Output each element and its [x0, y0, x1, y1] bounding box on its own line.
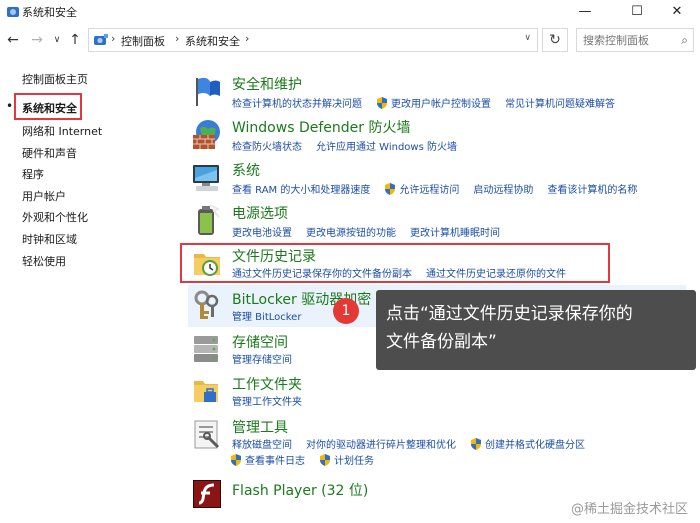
sidebar-item-hardware[interactable]: 硬件和声音: [22, 145, 77, 161]
title-bar: 系统和安全 — ☐ ✕: [0, 0, 700, 24]
bitlocker-keys-icon: [194, 290, 219, 319]
link-check-status[interactable]: 检查计算机的状态并解决问题: [232, 95, 362, 110]
sidebar-item-clock-region[interactable]: 时钟和区域: [22, 231, 77, 247]
uac-shield-icon: [231, 453, 241, 466]
forward-button[interactable]: →: [28, 30, 46, 50]
link-allow-app-firewall[interactable]: 允许应用通过 Windows 防火墙: [316, 138, 457, 153]
control-panel-location-icon: [94, 34, 108, 45]
link-manage-work-folders[interactable]: 管理工作文件夹: [232, 393, 302, 408]
security-flag-icon: [196, 78, 220, 106]
sidebar-item-appearance[interactable]: 外观和个性化: [22, 209, 88, 225]
refresh-button[interactable]: ↻: [542, 28, 568, 52]
link-battery-settings[interactable]: 更改电池设置: [232, 224, 292, 239]
uac-shield-icon: [471, 437, 481, 450]
category-title[interactable]: Flash Player (32 位): [232, 480, 368, 500]
work-folders-icon: [194, 381, 218, 402]
link-task-scheduler[interactable]: 计划任务: [334, 452, 374, 467]
link-sleep-time[interactable]: 更改计算机睡眠时间: [410, 224, 500, 239]
callout-line-1: 点击“通过文件历史记录保存你的: [386, 304, 633, 324]
category-system: 系统 查看 RAM 的大小和处理器速度 允许远程访问 启动远程协助 查看该计算机…: [190, 160, 690, 196]
sidebar-item-home[interactable]: 控制面板主页: [22, 71, 88, 87]
category-title[interactable]: 安全和维护: [232, 74, 302, 94]
step-number-badge: 1: [333, 298, 359, 324]
category-title[interactable]: 系统: [232, 160, 260, 180]
link-troubleshoot[interactable]: 常见计算机问题疑难解答: [505, 95, 615, 110]
category-firewall: Windows Defender 防火墙 检查防火墙状态 允许应用通过 Wind…: [190, 117, 690, 153]
category-admin-tools: 管理工具 释放磁盘空间 对你的驱动器进行碎片整理和优化 创建并格式化硬盘分区 查…: [190, 417, 690, 469]
address-row: ← → ∨ ↑ › 控制面板 › 系统和安全 › ∨ ↻ ⌕: [0, 24, 700, 56]
instruction-callout: 点击“通过文件历史记录保存你的 文件备份副本”: [376, 290, 696, 370]
breadcrumb-control-panel[interactable]: 控制面板: [121, 33, 165, 49]
link-manage-bitlocker[interactable]: 管理 BitLocker: [232, 308, 301, 323]
search-icon[interactable]: ⌕: [681, 33, 688, 48]
storage-spaces-icon: [194, 336, 218, 362]
search-box[interactable]: ⌕: [576, 28, 694, 52]
admin-tools-icon: [194, 420, 220, 449]
breadcrumb-system-security[interactable]: 系统和安全: [185, 33, 240, 49]
minimize-button[interactable]: —: [562, 0, 608, 22]
category-work-folders: 工作文件夹 管理工作文件夹: [190, 374, 690, 410]
breadcrumb-separator: ›: [111, 32, 116, 45]
flash-player-icon: [193, 480, 221, 508]
sidebar-item-programs[interactable]: 程序: [22, 166, 44, 182]
link-computer-name[interactable]: 查看该计算机的名称: [547, 181, 637, 196]
highlight-box-sidebar: [14, 93, 82, 120]
sidebar-item-network[interactable]: 网络和 Internet: [22, 123, 102, 139]
breadcrumb-separator: ›: [175, 32, 180, 45]
system-computer-icon: [193, 165, 219, 191]
address-dropdown-icon[interactable]: ∨: [524, 33, 531, 43]
close-button[interactable]: ✕: [654, 0, 700, 22]
highlight-box-file-history: [180, 243, 610, 283]
control-panel-icon: [7, 7, 19, 17]
link-power-button[interactable]: 更改电源按钮的功能: [306, 224, 396, 239]
sidebar-item-user-accounts[interactable]: 用户帐户: [22, 188, 66, 204]
uac-shield-icon: [385, 182, 396, 195]
category-title[interactable]: 电源选项: [232, 203, 288, 223]
uac-shield-icon: [320, 453, 330, 466]
sidebar-item-ease-of-access[interactable]: 轻松使用: [22, 253, 66, 269]
up-button[interactable]: ↑: [66, 30, 84, 50]
category-security-maintenance: 安全和维护 检查计算机的状态并解决问题 更改用户帐户控制设置 常见计算机问题疑难…: [190, 74, 690, 110]
link-view-ram[interactable]: 查看 RAM 的大小和处理器速度: [232, 181, 370, 196]
callout-line-2: 文件备份副本”: [386, 332, 497, 352]
link-allow-remote-access[interactable]: 允许远程访问: [399, 181, 459, 196]
category-title[interactable]: 工作文件夹: [232, 374, 302, 394]
back-button[interactable]: ←: [4, 30, 22, 50]
recent-locations-button[interactable]: ∨: [48, 30, 66, 50]
callout-text: 点击“通过文件历史记录保存你的 文件备份副本”: [386, 300, 633, 356]
search-input[interactable]: [577, 29, 671, 52]
category-power-options: 电源选项 更改电池设置 更改电源按钮的功能 更改计算机睡眠时间: [190, 203, 690, 239]
selected-bullet: •: [6, 99, 14, 113]
category-title[interactable]: 管理工具: [232, 417, 288, 437]
link-free-disk-space[interactable]: 释放磁盘空间: [232, 436, 292, 451]
link-remote-assistance[interactable]: 启动远程协助: [473, 181, 533, 196]
address-bar[interactable]: › 控制面板 › 系统和安全 › ∨: [88, 28, 538, 52]
link-event-log[interactable]: 查看事件日志: [245, 452, 305, 467]
uac-shield-icon: [377, 96, 387, 109]
watermark: @稀土掘金技术社区: [570, 502, 688, 517]
category-title[interactable]: 存储空间: [232, 332, 288, 352]
link-uac-settings[interactable]: 更改用户帐户控制设置: [391, 95, 491, 110]
link-defragment[interactable]: 对你的驱动器进行碎片整理和优化: [306, 436, 456, 451]
breadcrumb-separator: ›: [245, 32, 250, 45]
firewall-icon: [193, 120, 220, 149]
window-title: 系统和安全: [22, 6, 77, 19]
category-title[interactable]: Windows Defender 防火墙: [232, 117, 410, 137]
power-battery-icon: [198, 204, 221, 235]
link-firewall-status[interactable]: 检查防火墙状态: [232, 138, 302, 153]
link-create-partitions[interactable]: 创建并格式化硬盘分区: [485, 436, 585, 451]
link-manage-storage-spaces[interactable]: 管理存储空间: [232, 351, 292, 366]
